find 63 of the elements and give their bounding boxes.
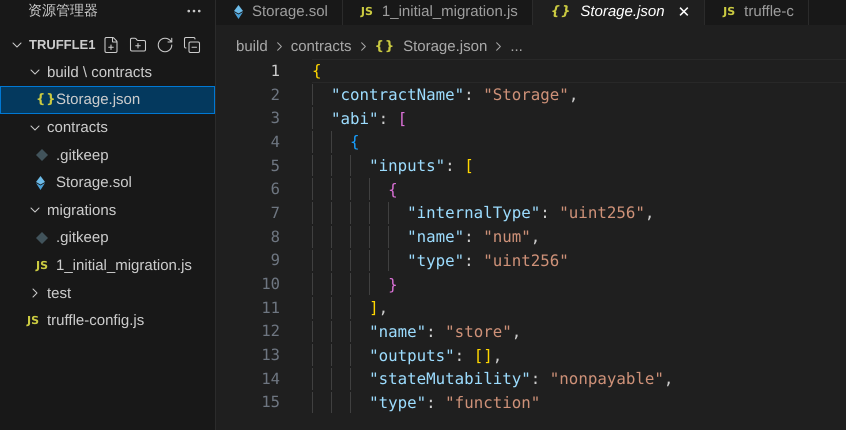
file-item[interactable]: .gitkeep <box>0 224 215 252</box>
diamond-icon <box>36 149 48 162</box>
code-line: { <box>312 61 322 80</box>
file-item[interactable]: JS 1_initial_migration.js <box>0 252 215 280</box>
code-line: "name": "store", <box>369 322 522 341</box>
json-file-icon: {} <box>374 38 396 54</box>
code-line: "inputs": [ <box>369 156 474 176</box>
new-file-icon[interactable] <box>102 36 120 54</box>
js-file-icon: JS <box>27 314 40 328</box>
collapse-icon[interactable] <box>183 36 202 54</box>
line-number: 2 <box>270 86 280 104</box>
line-number: 3 <box>270 109 280 128</box>
json-file-icon: {} <box>36 92 57 108</box>
workspace-header[interactable]: TRUFFLE1 <box>0 31 215 59</box>
line-number: 12 <box>260 322 280 340</box>
line-number: 5 <box>270 156 280 175</box>
close-icon[interactable]: ✕ <box>678 2 690 20</box>
line-number: 6 <box>270 180 280 198</box>
folder-item[interactable]: contracts <box>0 114 215 142</box>
js-file-icon: JS <box>723 5 736 18</box>
code-line: "internalType": "uint256", <box>407 203 654 222</box>
js-file-icon: JS <box>360 5 373 18</box>
line-number: 8 <box>270 228 280 246</box>
code-line: "abi": [ <box>331 108 408 128</box>
line-number: 13 <box>260 346 280 364</box>
code-line: } <box>388 274 398 294</box>
breadcrumb-item[interactable]: ... <box>510 38 523 54</box>
line-number: 15 <box>260 393 280 412</box>
diamond-icon <box>36 176 45 190</box>
breadcrumb-item[interactable]: {} Storage.json <box>374 38 488 54</box>
breadcrumb-item[interactable]: contracts <box>290 38 352 54</box>
line-number: 14 <box>260 370 280 388</box>
line-number: 11 <box>260 298 280 317</box>
code-line: "type": "uint256" <box>407 250 569 270</box>
folder-item[interactable]: build \ contracts <box>0 58 215 86</box>
explorer-title: 资源管理器 <box>28 1 98 20</box>
code-line: "type": "function" <box>369 392 540 412</box>
code-line: ], <box>369 298 388 318</box>
file-item[interactable]: .gitkeep <box>0 141 215 169</box>
line-number: 9 <box>270 251 280 270</box>
diamond-icon <box>234 4 243 18</box>
diamond-icon <box>36 232 48 244</box>
file-item[interactable]: {}Storage.json <box>0 86 215 114</box>
js-file-icon: JS <box>36 259 48 272</box>
editor-tab[interactable]: {} Storage.json ✕ <box>532 0 706 25</box>
line-number: 4 <box>270 132 280 151</box>
breadcrumb-item[interactable]: build <box>236 38 268 54</box>
refresh-icon[interactable] <box>156 36 174 54</box>
code-line: "name": "num", <box>407 227 540 246</box>
file-item[interactable]: Storage.sol <box>0 168 215 197</box>
line-number: 7 <box>270 204 280 222</box>
code-line: { <box>350 132 360 152</box>
code-line: { <box>388 180 398 199</box>
json-file-icon: {} <box>550 4 572 19</box>
code-line: "contractName": "Storage", <box>331 85 578 104</box>
file-item[interactable]: JS truffle-config.js <box>0 306 215 335</box>
code-line: "outputs": [], <box>369 346 502 365</box>
line-number: 1 <box>270 62 280 80</box>
code-line: "stateMutability": "nonpayable", <box>369 369 674 388</box>
new-folder-icon[interactable] <box>129 36 148 54</box>
line-number: 10 <box>260 275 280 294</box>
folder-item[interactable]: migrations <box>0 196 215 224</box>
folder-item[interactable]: test <box>0 279 215 307</box>
